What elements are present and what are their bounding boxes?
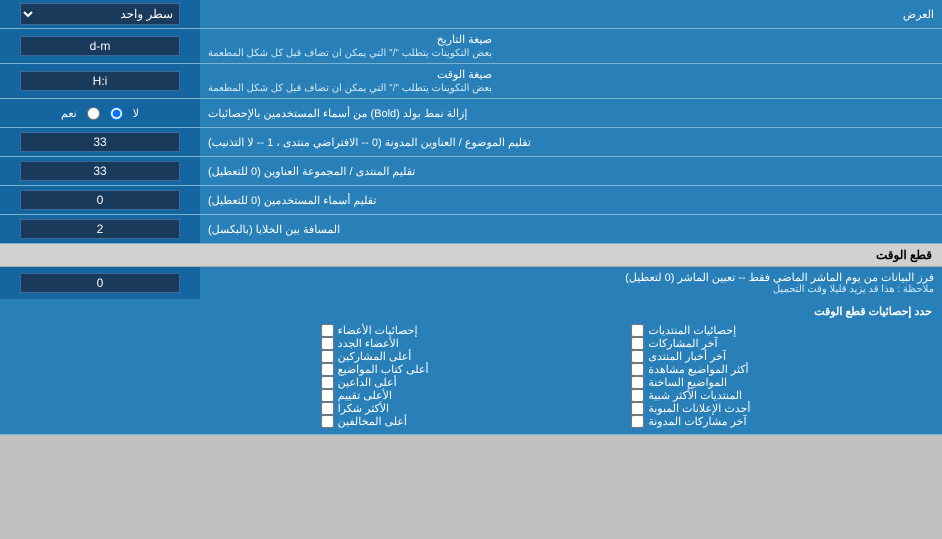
cb-last-forum-news[interactable] xyxy=(631,350,644,363)
subject-limit-input-area xyxy=(0,128,200,156)
display-select[interactable]: سطر واحدسطرينثلاثة أسطر xyxy=(20,3,180,25)
bold-remove-label: إزالة نمط بولد (Bold) من أسماء المستخدمي… xyxy=(200,99,942,127)
users-limit-label: تقليم أسماء المستخدمين (0 للتعطيل) xyxy=(200,186,942,214)
time-format-row: صيغة الوقت بعض التكوينات يتطلب "/" التي … xyxy=(0,64,942,99)
list-item: أعلى كتاب المواضيع xyxy=(321,363,622,376)
time-format-input-area xyxy=(0,64,200,98)
list-item: أعلى المشاركين xyxy=(321,350,622,363)
cb-partners-shares[interactable] xyxy=(631,324,644,337)
bold-yes-radio[interactable] xyxy=(87,107,100,120)
checkboxes-col2: إحصائيات الأعضاء الأعضاء الجدد أعلى المش… xyxy=(321,324,622,428)
time-cut-label: فرز البيانات من يوم الماشر الماضي فقط --… xyxy=(200,267,942,299)
date-format-input[interactable] xyxy=(20,36,180,56)
cb-top-viewers[interactable] xyxy=(321,376,334,389)
cell-spacing-row: المسافة بين الخلايا (بالبكسل) xyxy=(0,215,942,244)
cb-top-posters[interactable] xyxy=(321,350,334,363)
list-item: المنتديات الأكثر شبية xyxy=(631,389,932,402)
forum-limit-row: تقليم المنتدى / المجموعة العناوين (0 للت… xyxy=(0,157,942,186)
users-limit-row: تقليم أسماء المستخدمين (0 للتعطيل) xyxy=(0,186,942,215)
date-format-row: صيغة التاريخ بعض التكوينات يتطلب "/" الت… xyxy=(0,29,942,64)
cb-last-noted[interactable] xyxy=(631,415,644,428)
date-format-input-area xyxy=(0,29,200,63)
cb-last-ads[interactable] xyxy=(631,402,644,415)
list-item: الأعضاء الجدد xyxy=(321,337,622,350)
cell-spacing-input[interactable] xyxy=(20,219,180,239)
forum-limit-input-area xyxy=(0,157,200,185)
list-item: إحصائيات المنتديات xyxy=(631,324,932,337)
list-item: أحدث الإعلانات المبوبة xyxy=(631,402,932,415)
cell-spacing-label: المسافة بين الخلايا (بالبكسل) xyxy=(200,215,942,243)
display-select-area: سطر واحدسطرينثلاثة أسطر xyxy=(0,0,200,28)
subject-limit-label: تقليم الموضوع / العناوين المدونة (0 -- ا… xyxy=(200,128,942,156)
checkboxes-col3 xyxy=(10,324,311,428)
list-item: آخر أخبار المنتدى xyxy=(631,350,932,363)
cb-most-viewed[interactable] xyxy=(631,363,644,376)
list-item: أعلى المخالفين xyxy=(321,415,622,428)
cb-top-visitors[interactable] xyxy=(321,415,334,428)
cb-members-stats[interactable] xyxy=(321,324,334,337)
cb-new-members[interactable] xyxy=(321,337,334,350)
users-limit-input-area xyxy=(0,186,200,214)
cb-top-rated[interactable] xyxy=(321,389,334,402)
bold-remove-input-area: لا نعم xyxy=(0,99,200,127)
forum-limit-label: تقليم المنتدى / المجموعة العناوين (0 للت… xyxy=(200,157,942,185)
checkboxes-col1: إحصائيات المنتديات آخر المشاركات آخر أخب… xyxy=(631,324,932,428)
time-format-label: صيغة الوقت بعض التكوينات يتطلب "/" التي … xyxy=(200,64,942,98)
time-cut-input[interactable] xyxy=(20,273,180,293)
bold-remove-row: إزالة نمط بولد (Bold) من أسماء المستخدمي… xyxy=(0,99,942,128)
list-item: أكثر المواضيع مشاهدة xyxy=(631,363,932,376)
forum-limit-input[interactable] xyxy=(20,161,180,181)
list-item: إحصائيات الأعضاء xyxy=(321,324,622,337)
list-item: المواضيع الساخنة xyxy=(631,376,932,389)
checkboxes-section: حدد إحصائيات قطع الوقت إحصائيات المنتديا… xyxy=(0,299,942,435)
list-item: الأعلى تقييم xyxy=(321,389,622,402)
users-limit-input[interactable] xyxy=(20,190,180,210)
list-item: الأكثر شكرا xyxy=(321,402,622,415)
time-cut-row: فرز البيانات من يوم الماشر الماضي فقط --… xyxy=(0,267,942,299)
list-item: أعلى الداعين xyxy=(321,376,622,389)
cb-last-shares[interactable] xyxy=(631,337,644,350)
bold-remove-radio-group: لا نعم xyxy=(53,107,147,120)
list-item: آخر مشاركات المدونة xyxy=(631,415,932,428)
cb-most-thanks[interactable] xyxy=(321,402,334,415)
time-cut-header: قطع الوقت xyxy=(0,244,942,267)
bold-yes-label: نعم xyxy=(61,107,77,120)
subject-limit-input[interactable] xyxy=(20,132,180,152)
date-format-label: صيغة التاريخ بعض التكوينات يتطلب "/" الت… xyxy=(200,29,942,63)
cell-spacing-input-area xyxy=(0,215,200,243)
bold-no-label: لا xyxy=(133,107,139,120)
cb-last-topics[interactable] xyxy=(631,376,644,389)
bold-no-radio[interactable] xyxy=(110,107,123,120)
cb-similar-forums[interactable] xyxy=(631,389,644,402)
cb-top-writers[interactable] xyxy=(321,363,334,376)
list-item: آخر المشاركات xyxy=(631,337,932,350)
checkboxes-grid: إحصائيات المنتديات آخر المشاركات آخر أخب… xyxy=(10,324,932,428)
display-label: العرض xyxy=(200,4,942,25)
time-cut-input-area xyxy=(0,267,200,299)
checkboxes-header: حدد إحصائيات قطع الوقت xyxy=(10,305,932,318)
time-format-input[interactable] xyxy=(20,71,180,91)
subject-limit-row: تقليم الموضوع / العناوين المدونة (0 -- ا… xyxy=(0,128,942,157)
